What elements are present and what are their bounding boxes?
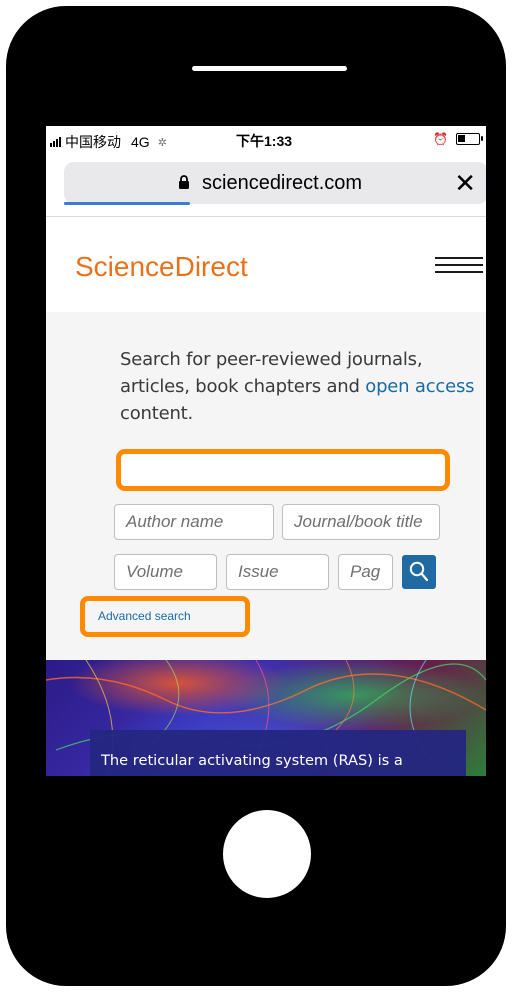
phone-speaker (192, 66, 347, 71)
hero-caption-box: The reticular activating system (RAS) is… (90, 730, 466, 776)
search-intro: Search for peer-reviewed journals, artic… (120, 346, 476, 427)
phone-frame: 中国移动 4G ✲ 下午1:33 ⏰ sciencedirect.com ✕ S… (6, 6, 506, 986)
volume-field[interactable]: Volume (114, 554, 217, 590)
phone-screen: 中国移动 4G ✲ 下午1:33 ⏰ sciencedirect.com ✕ S… (46, 126, 486, 776)
home-button[interactable] (223, 810, 311, 898)
hamburger-menu-icon[interactable] (435, 255, 483, 275)
signal-icon (50, 137, 61, 147)
network-type: 4G (131, 134, 150, 150)
url-text[interactable]: sciencedirect.com (202, 172, 362, 195)
page-load-progress (64, 202, 190, 205)
alarm-icon: ⏰ (433, 132, 448, 146)
search-panel: Search for peer-reviewed journals, artic… (46, 312, 486, 660)
intro-end: content. (120, 403, 194, 424)
pages-field[interactable]: Pag (338, 554, 393, 590)
search-button[interactable] (402, 555, 436, 589)
search-icon (409, 561, 429, 582)
hero-image: The reticular activating system (RAS) is… (46, 660, 486, 776)
status-bar: 中国移动 4G ✲ 下午1:33 ⏰ (46, 126, 486, 154)
close-icon[interactable]: ✕ (454, 168, 476, 199)
issue-field[interactable]: Issue (226, 554, 329, 590)
site-header: ScienceDirect (46, 218, 486, 312)
author-name-field[interactable]: Author name (114, 504, 274, 540)
open-access-link[interactable]: open access (365, 376, 474, 397)
battery-icon (456, 133, 483, 145)
lock-icon (179, 175, 189, 189)
sciencedirect-logo[interactable]: ScienceDirect (75, 251, 248, 283)
journal-title-field[interactable]: Journal/book title (282, 504, 440, 540)
advanced-search-label[interactable]: Advanced search (98, 609, 191, 623)
loading-icon: ✲ (157, 136, 167, 149)
hero-caption-text: The reticular activating system (RAS) is… (101, 752, 403, 769)
carrier-name: 中国移动 (65, 134, 121, 150)
status-time: 下午1:33 (236, 133, 293, 149)
carrier-info: 中国移动 4G ✲ (50, 132, 167, 152)
status-right: ⏰ (433, 132, 483, 146)
keywords-input[interactable] (116, 449, 450, 491)
advanced-search-link[interactable]: Advanced search (80, 596, 250, 637)
url-bar[interactable]: sciencedirect.com ✕ (64, 162, 486, 204)
header-divider (46, 216, 486, 217)
